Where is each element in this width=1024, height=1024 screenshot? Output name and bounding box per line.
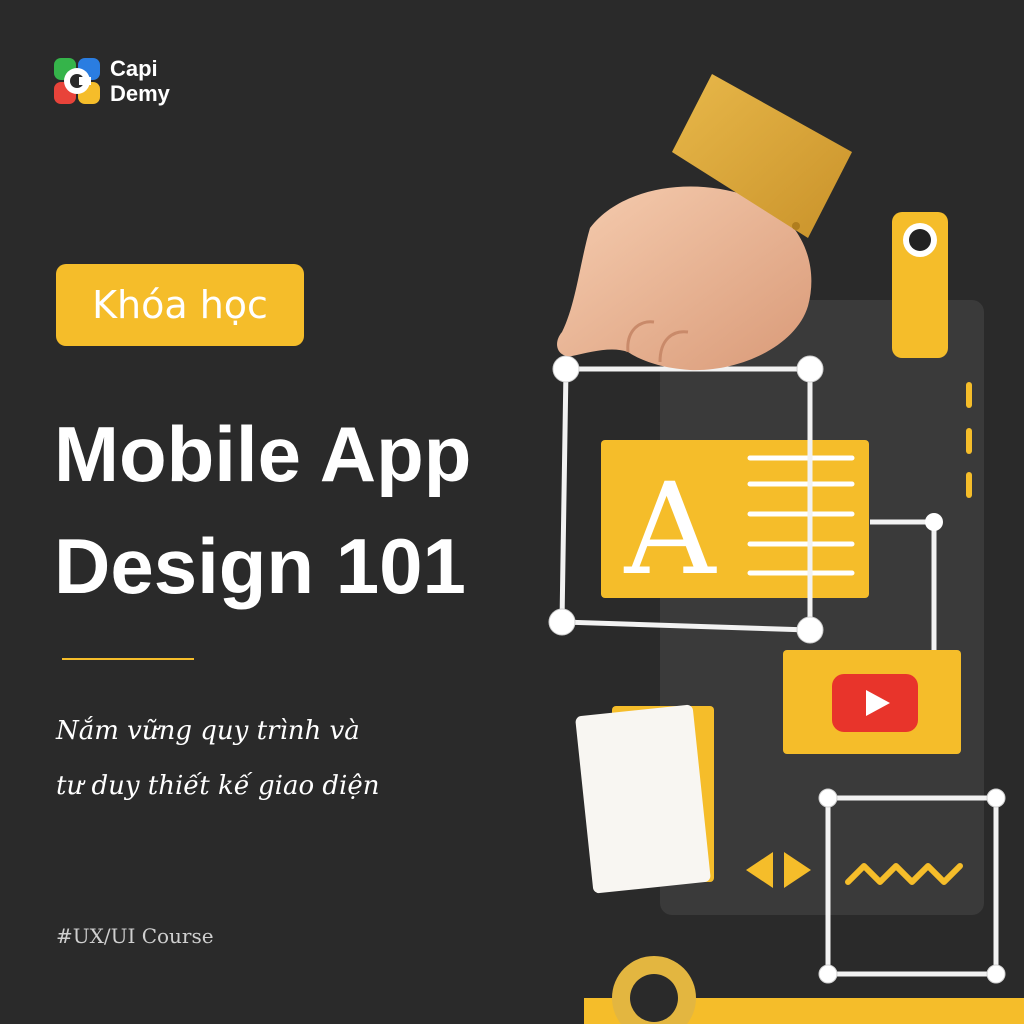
design-illustration: A bbox=[548, 74, 1024, 1024]
course-poster: Capi Demy Khóa học Mobile App Design 101… bbox=[0, 0, 1024, 1024]
typography-a-icon: A bbox=[601, 440, 869, 603]
side-dashes bbox=[966, 382, 972, 498]
phone-tag-icon bbox=[892, 212, 948, 358]
video-play-icon bbox=[783, 650, 961, 754]
bottom-knob-icon bbox=[612, 956, 696, 1024]
blank-card-icon bbox=[575, 704, 714, 894]
typography-glyph: A bbox=[624, 456, 718, 603]
